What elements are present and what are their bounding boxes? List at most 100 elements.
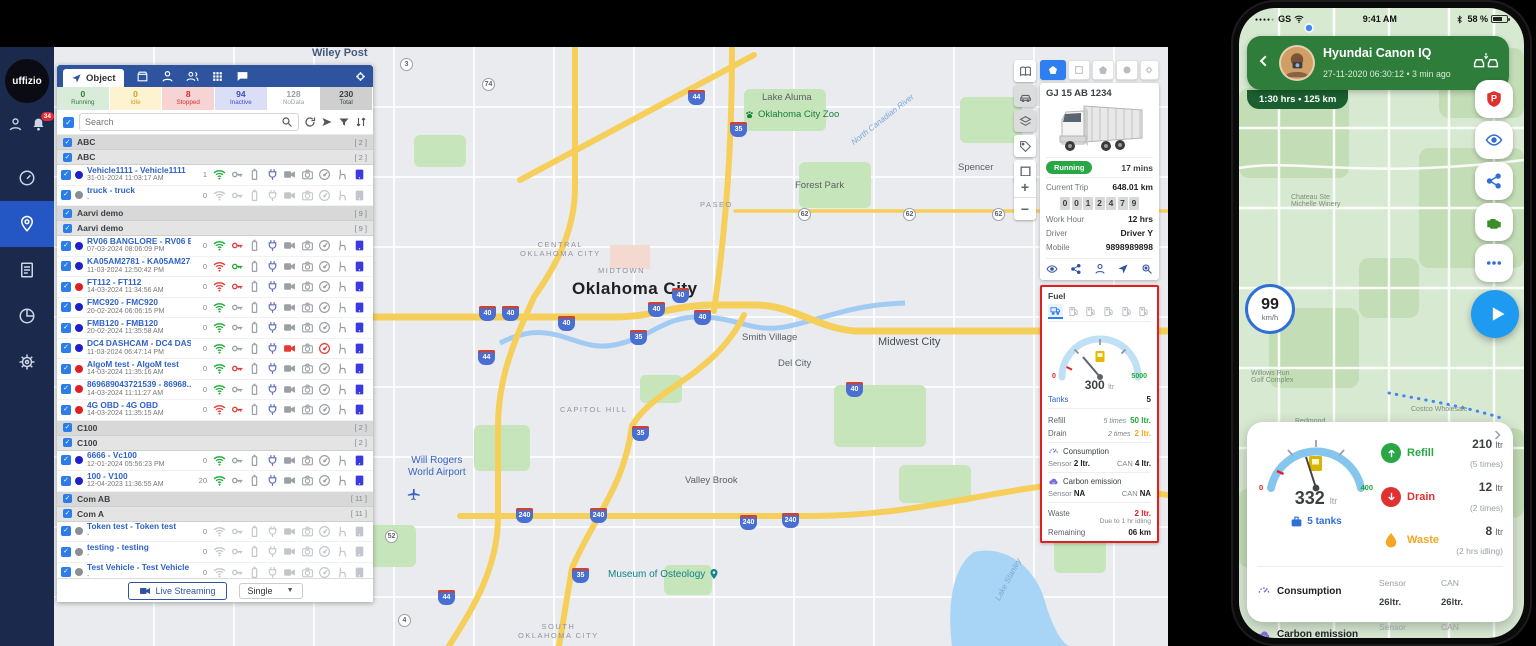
- layers-button[interactable]: [1014, 110, 1036, 132]
- speedometer-icon[interactable]: [318, 525, 331, 538]
- camera-icon[interactable]: [301, 566, 314, 578]
- connector-icon[interactable]: [266, 342, 279, 355]
- playback-button[interactable]: [1471, 290, 1519, 338]
- ignition-key-icon[interactable]: [231, 474, 244, 487]
- group-checkbox[interactable]: [63, 423, 72, 432]
- vehicle-checkbox[interactable]: [61, 476, 71, 486]
- tablet-icon[interactable]: [353, 474, 366, 487]
- wifi-icon[interactable]: [213, 525, 226, 538]
- seat-icon[interactable]: [336, 301, 349, 314]
- vehicle-checkbox[interactable]: [61, 526, 71, 536]
- seat-icon[interactable]: [336, 168, 349, 181]
- sidebar-item-reports[interactable]: [0, 247, 54, 293]
- traffic-button[interactable]: [1014, 85, 1036, 107]
- engine-button[interactable]: [1475, 203, 1513, 241]
- detail-tab-square[interactable]: [1068, 60, 1090, 80]
- vehicle-checkbox[interactable]: [61, 405, 71, 415]
- refresh-icon[interactable]: [304, 116, 316, 128]
- ignition-key-icon[interactable]: [231, 239, 244, 252]
- video-icon[interactable]: [283, 342, 296, 355]
- sidebar-item-dashboard[interactable]: [0, 155, 54, 201]
- filter-icon[interactable]: [338, 116, 350, 128]
- tablet-icon[interactable]: [353, 545, 366, 558]
- chevron-right-icon[interactable]: [1491, 428, 1503, 446]
- vehicle-row[interactable]: Token test - Token test- 0: [57, 522, 373, 543]
- vehicle-checkbox[interactable]: [61, 170, 71, 180]
- tablet-icon[interactable]: [353, 566, 366, 578]
- vehicle-checkbox[interactable]: [61, 547, 71, 557]
- collision-icon[interactable]: [1473, 51, 1499, 76]
- speedometer-icon[interactable]: [318, 239, 331, 252]
- seat-icon[interactable]: [336, 280, 349, 293]
- group-checkbox[interactable]: [63, 209, 72, 218]
- wifi-icon[interactable]: [213, 566, 226, 578]
- navigate-icon[interactable]: [1117, 263, 1129, 275]
- connector-icon[interactable]: [266, 383, 279, 396]
- battery-icon[interactable]: [248, 168, 261, 181]
- tablet-icon[interactable]: [353, 168, 366, 181]
- seat-icon[interactable]: [336, 239, 349, 252]
- zoom-in-button[interactable]: +: [1014, 176, 1036, 198]
- eye-icon[interactable]: [1046, 263, 1058, 275]
- speedometer-icon[interactable]: [318, 189, 331, 202]
- passenger-tab-icon[interactable]: [186, 70, 199, 83]
- fuel-tab-tank-2[interactable]: [1083, 304, 1098, 319]
- fuel-tab-tank-3[interactable]: [1101, 304, 1116, 319]
- vehicle-checkbox[interactable]: [61, 282, 71, 292]
- status-chip-total[interactable]: 230Total: [320, 87, 373, 110]
- fuel-tab-vehicle[interactable]: [1048, 304, 1063, 319]
- sidebar-item-settings[interactable]: [0, 339, 54, 385]
- camera-icon[interactable]: [301, 280, 314, 293]
- select-all-checkbox[interactable]: [63, 117, 74, 128]
- map-legend-button[interactable]: [1014, 60, 1036, 82]
- sort-icon[interactable]: [355, 116, 367, 128]
- ignition-key-icon[interactable]: [231, 403, 244, 416]
- battery-icon[interactable]: [248, 383, 261, 396]
- video-icon[interactable]: [283, 239, 296, 252]
- seat-icon[interactable]: [336, 545, 349, 558]
- battery-icon[interactable]: [248, 342, 261, 355]
- wifi-icon[interactable]: [213, 260, 226, 273]
- label-button[interactable]: [1014, 135, 1036, 157]
- connector-icon[interactable]: [266, 301, 279, 314]
- connector-icon[interactable]: [266, 168, 279, 181]
- video-icon[interactable]: [283, 321, 296, 334]
- battery-icon[interactable]: [248, 280, 261, 293]
- group-checkbox[interactable]: [63, 224, 72, 233]
- seat-icon[interactable]: [336, 342, 349, 355]
- group-row[interactable]: Aarvi demo [ 9 ]: [57, 221, 373, 236]
- camera-icon[interactable]: [301, 525, 314, 538]
- connector-icon[interactable]: [266, 260, 279, 273]
- battery-icon[interactable]: [248, 454, 261, 467]
- ignition-key-icon[interactable]: [231, 260, 244, 273]
- chat-tab-icon[interactable]: [236, 70, 249, 83]
- ignition-key-icon[interactable]: [231, 168, 244, 181]
- wifi-icon[interactable]: [213, 474, 226, 487]
- seat-icon[interactable]: [336, 525, 349, 538]
- video-icon[interactable]: [283, 525, 296, 538]
- vehicle-row[interactable]: Test Vehicle - Test Vehicle- 0: [57, 563, 373, 579]
- vehicle-checkbox[interactable]: [61, 384, 71, 394]
- ignition-key-icon[interactable]: [231, 301, 244, 314]
- tab-object[interactable]: Object: [63, 69, 124, 87]
- ignition-key-icon[interactable]: [231, 189, 244, 202]
- visibility-button[interactable]: [1475, 121, 1513, 159]
- search-input[interactable]: [85, 117, 277, 127]
- grid-tab-icon[interactable]: [211, 70, 224, 83]
- tablet-icon[interactable]: [353, 362, 366, 375]
- video-icon[interactable]: [283, 189, 296, 202]
- detail-tab-pentagon[interactable]: [1092, 60, 1114, 80]
- vehicle-row[interactable]: Vehicle1111 - Vehicle111131-01-2024 11:0…: [57, 165, 373, 186]
- vehicle-checkbox[interactable]: [61, 261, 71, 271]
- vehicle-checkbox[interactable]: [61, 567, 71, 577]
- driver-tab-icon[interactable]: [161, 70, 174, 83]
- speedometer-icon[interactable]: [318, 362, 331, 375]
- wifi-icon[interactable]: [213, 280, 226, 293]
- group-row[interactable]: C100 [ 2 ]: [57, 421, 373, 436]
- tablet-icon[interactable]: [353, 301, 366, 314]
- connector-icon[interactable]: [266, 280, 279, 293]
- wifi-icon[interactable]: [213, 362, 226, 375]
- wifi-icon[interactable]: [213, 342, 226, 355]
- mode-select[interactable]: Single▼: [239, 583, 303, 599]
- ignition-key-icon[interactable]: [231, 525, 244, 538]
